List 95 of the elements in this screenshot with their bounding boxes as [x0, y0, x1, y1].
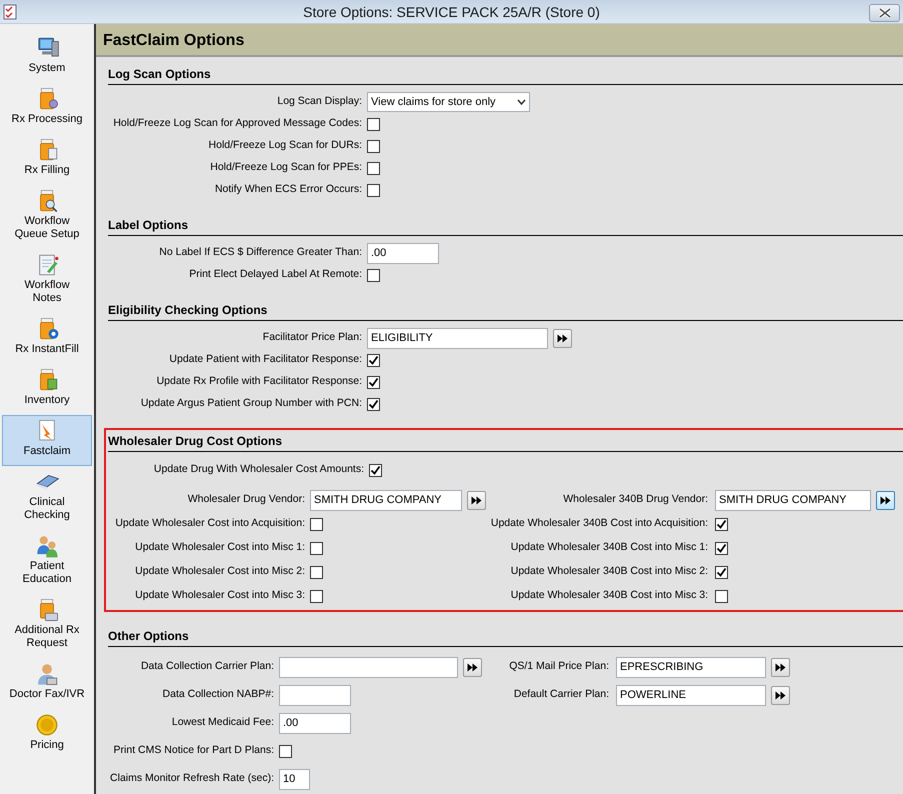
section-heading: Log Scan Options	[108, 63, 903, 85]
field-label: Update Wholesaler Cost into Misc 1:	[134, 540, 305, 556]
caret-icon	[517, 99, 526, 105]
input-field[interactable]: SMITH DRUG COMPANY	[715, 490, 871, 510]
checkbox[interactable]	[367, 140, 380, 152]
section-heading: Wholesaler Drug Cost Options	[108, 430, 903, 452]
sidebar-item[interactable]: Patient Education	[2, 530, 92, 594]
sidebar-item[interactable]: Clinical Checking	[2, 466, 92, 530]
sidebar-item[interactable]: Workflow Notes	[2, 249, 92, 313]
checkbox[interactable]	[367, 268, 380, 282]
field-label: Wholesaler 340B Drug Vendor:	[562, 492, 708, 508]
double-arrow-icon	[775, 662, 786, 672]
lookup-button[interactable]	[876, 490, 895, 510]
checkbox[interactable]	[369, 464, 382, 476]
checkbox[interactable]	[310, 566, 323, 578]
field-label: Update Rx Profile with Facilitator Response:	[156, 374, 362, 390]
input-field[interactable]: .00	[279, 712, 351, 734]
double-arrow-icon	[467, 662, 478, 672]
checkbox[interactable]	[715, 590, 728, 602]
field-label: Update Wholesaler 340B Cost into Misc 1:	[510, 540, 708, 556]
page-header: FastClaim Options	[96, 24, 903, 57]
checkbox[interactable]	[715, 542, 728, 554]
input-field[interactable]: EPRESCRIBING	[616, 656, 766, 678]
double-arrow-icon	[557, 334, 568, 342]
input-field[interactable]	[279, 656, 458, 678]
sidebar-item[interactable]: Additional Rx Request	[2, 594, 92, 658]
checkbox[interactable]	[367, 398, 380, 410]
lookup-button[interactable]	[553, 328, 572, 348]
field-label: Facilitator Price Plan:	[262, 330, 362, 346]
double-arrow-icon	[471, 496, 482, 504]
sidebar-item[interactable]: Rx Filling	[2, 134, 92, 185]
sidebar-item[interactable]: Workflow Queue Setup	[2, 185, 92, 249]
section-heading: Label Options	[108, 214, 903, 236]
sidebar-item[interactable]: Rx Processing	[2, 83, 92, 134]
field-label: Update Drug With Wholesaler Cost Amounts:	[152, 462, 364, 478]
field-label: Data Collection NABP#:	[162, 687, 274, 702]
checkbox[interactable]	[279, 744, 292, 758]
lookup-button[interactable]	[467, 490, 486, 510]
field-label: Hold/Freeze Log Scan for Approved Message Codes:	[112, 116, 362, 132]
window-title: Store Options: SERVICE PACK 25A/R (Store 0)	[303, 3, 600, 22]
field-label: Notify When ECS Error Occurs:	[214, 182, 362, 198]
checkbox[interactable]	[367, 354, 380, 366]
lookup-button[interactable]	[771, 658, 790, 676]
checkbox[interactable]	[367, 118, 380, 130]
field-label: Update Wholesaler Cost into Misc 3:	[134, 588, 305, 604]
field-label: Data Collection Carrier Plan:	[140, 659, 274, 674]
checkbox[interactable]	[715, 566, 728, 578]
sidebar-item[interactable]: Inventory	[2, 364, 92, 415]
input-field[interactable]: 10	[279, 768, 310, 790]
field-label: No Label If ECS $ Difference Greater Than:	[158, 245, 362, 260]
field-label: Update Wholesaler Cost into Acquisition:	[114, 516, 305, 532]
field-label: Update Wholesaler 340B Cost into Misc 3:	[510, 588, 708, 604]
field-label: Default Carrier Plan:	[512, 687, 609, 702]
field-label: Update Argus Patient Group Number with PCN:	[140, 396, 362, 412]
field-label: Update Patient with Facilitator Response:	[168, 352, 362, 368]
input-field[interactable]: ELIGIBILITY	[367, 328, 548, 348]
checkbox[interactable]	[367, 184, 380, 196]
field-label: Claims Monitor Refresh Rate (sec):	[109, 771, 274, 786]
app-icon	[3, 4, 17, 20]
field-label: QS/1 Mail Price Plan:	[508, 659, 609, 674]
input-field[interactable]	[279, 684, 351, 706]
double-arrow-icon	[880, 496, 891, 504]
coin-icon	[34, 712, 60, 738]
lookup-button[interactable]	[771, 686, 790, 704]
close-icon	[878, 8, 892, 18]
field-label: Update Wholesaler Cost into Misc 2:	[134, 564, 305, 580]
double-arrow-icon	[775, 690, 786, 700]
sidebar-item[interactable]: Pricing	[2, 709, 92, 760]
section-heading: Other Options	[108, 625, 903, 647]
sidebar-item[interactable]: System	[2, 32, 92, 83]
input-field[interactable]: SMITH DRUG COMPANY	[310, 490, 462, 510]
checkbox[interactable]	[367, 162, 380, 174]
checkbox[interactable]	[715, 518, 728, 530]
close-button[interactable]	[869, 4, 900, 22]
checkbox[interactable]	[310, 542, 323, 554]
dropdown[interactable]: View claims for store only	[367, 92, 530, 112]
field-label: Print CMS Notice for Part D Plans:	[112, 743, 274, 758]
field-label: Update Wholesaler 340B Cost into Acquisition:	[490, 516, 708, 532]
section-heading: Eligibility Checking Options	[108, 299, 903, 321]
field-label: Hold/Freeze Log Scan for PPEs:	[209, 160, 362, 176]
sidebar-item[interactable]: Fastclaim	[2, 415, 92, 466]
field-label: Hold/Freeze Log Scan for DURs:	[208, 138, 362, 154]
field-label: Wholesaler Drug Vendor:	[186, 492, 305, 508]
field-label: Lowest Medicaid Fee:	[170, 715, 274, 730]
field-label: Update Wholesaler 340B Cost into Misc 2:	[510, 564, 708, 580]
checkbox[interactable]	[310, 590, 323, 602]
lookup-button[interactable]	[463, 658, 482, 676]
sidebar-item[interactable]: Rx InstantFill	[2, 313, 92, 364]
checkbox[interactable]	[310, 518, 323, 530]
field-label: Print Elect Delayed Label At Remote:	[188, 267, 362, 282]
sidebar-item[interactable]: Doctor Fax/IVR	[2, 658, 92, 709]
field-label: Log Scan Display:	[276, 94, 362, 110]
input-field[interactable]: .00	[367, 242, 439, 264]
checkbox[interactable]	[367, 376, 380, 388]
input-field[interactable]: POWERLINE	[616, 684, 766, 706]
